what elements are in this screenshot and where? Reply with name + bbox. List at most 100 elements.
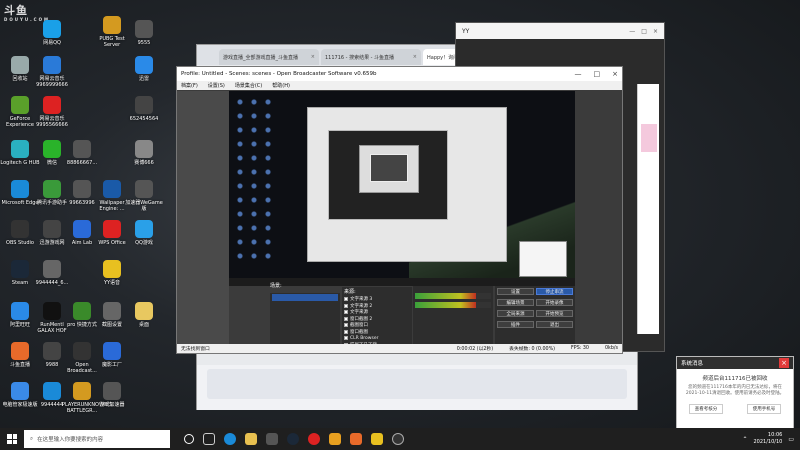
tray-expand-icon[interactable]: ⌃	[742, 436, 747, 443]
sources-list[interactable]: 来源: 文字来源 3 文字来源 2 文字来源 窗口截图 2 截图窗口 窗口截图 CLR Br…	[342, 287, 412, 348]
desktop-icon[interactable]: 加速器WeGame版	[124, 180, 164, 212]
desktop-icon[interactable]: 网易QQ	[32, 20, 72, 46]
close-icon[interactable]: ×	[779, 358, 789, 368]
app-icon	[11, 260, 29, 278]
desktop-icon[interactable]: 桌面	[124, 302, 164, 328]
source-visibility-checkbox[interactable]	[344, 303, 348, 308]
douyu-icon[interactable]	[350, 433, 362, 445]
close-icon[interactable]: ×	[612, 70, 618, 78]
preview-chat-popup	[519, 241, 567, 277]
bitrate-readout: 0kb/s	[605, 346, 618, 351]
scene-item[interactable]	[272, 294, 338, 301]
app-icon	[103, 180, 121, 198]
desktop-icon[interactable]: 迅雷	[124, 56, 164, 82]
edit-scene-button[interactable]: 编辑场景	[497, 299, 534, 306]
steam-icon[interactable]	[287, 433, 299, 445]
view-score-button[interactable]: 查看考核分	[688, 404, 724, 414]
desktop-icon[interactable]: 网易云音乐 9995566666	[32, 96, 72, 128]
desktop-icon[interactable]: 魔影工厂	[92, 342, 132, 368]
obs-icon[interactable]	[392, 433, 404, 445]
desktop-icon-label: 652454564	[129, 116, 159, 122]
app-icon	[43, 382, 61, 400]
maximize-icon[interactable]: □	[641, 28, 647, 35]
task-view-icon[interactable]	[184, 434, 194, 444]
close-icon[interactable]: ×	[653, 28, 658, 35]
desktop-icon[interactable]: 652454564	[124, 96, 164, 122]
plugins-button[interactable]: 插件	[497, 321, 534, 328]
use-phone-button[interactable]: 使用手机号	[746, 404, 782, 414]
yy-title: YY	[462, 27, 470, 35]
source-label: 截图窗口	[350, 323, 368, 329]
notification-center-icon[interactable]: ▭	[788, 436, 794, 443]
windows-start-icon[interactable]	[4, 431, 20, 447]
source-visibility-checkbox[interactable]	[344, 316, 348, 321]
edge-icon[interactable]	[224, 433, 236, 445]
desktop-icon-label: 魔影工厂	[101, 362, 122, 368]
tab-search-results[interactable]: 111716 - 搜索结果 - 斗鱼直播 ×	[321, 49, 421, 65]
menu-help[interactable]: 帮助(H)	[272, 82, 290, 89]
obs-left-panel	[177, 91, 229, 346]
menu-scene-collection[interactable]: 场景集合(C)	[235, 82, 262, 89]
app-icon	[135, 180, 153, 198]
maximize-icon[interactable]: □	[594, 70, 601, 78]
stream-time: 0:00:02 (以2秒)	[456, 347, 494, 352]
side-banner[interactable]	[640, 124, 657, 152]
app-icon	[135, 140, 153, 158]
source-label: CLR Browser	[350, 335, 379, 341]
obs-preview	[229, 91, 575, 286]
app-icon	[73, 382, 91, 400]
source-visibility-checkbox[interactable]	[344, 297, 348, 302]
clock[interactable]: 10:06 2021/10/10	[754, 432, 783, 446]
minimize-icon[interactable]: —	[575, 70, 582, 78]
desktop-icon[interactable]: QQ游戏	[124, 220, 164, 246]
app-icon	[103, 260, 121, 278]
tab-douyu-games[interactable]: 游戏直播_全部游戏直播_斗鱼直播 ×	[219, 49, 319, 65]
taskbar-search[interactable]: ⌕ 在这里输入你要搜索的内容	[24, 430, 170, 448]
app-icon	[43, 302, 61, 320]
search-placeholder: 在这里输入你要搜索的内容	[37, 437, 104, 443]
netease-music-icon[interactable]	[308, 433, 320, 445]
source-label: 窗口截图	[350, 329, 368, 335]
desktop-icon[interactable]: 9944444_6...	[32, 260, 72, 286]
menu-file[interactable]: 档案(F)	[181, 82, 198, 89]
desktop-icon[interactable]: 游戏加速器	[92, 382, 132, 408]
desktop-icon[interactable]: 9555	[124, 20, 164, 46]
global-sources-button[interactable]: 全局来源	[497, 310, 534, 317]
app-icon	[73, 140, 91, 158]
folder-icon[interactable]	[245, 433, 257, 445]
source-visibility-checkbox[interactable]	[344, 323, 348, 328]
app-icon	[43, 96, 61, 114]
desktop-icon[interactable]: YY语音	[92, 260, 132, 286]
source-label: 窗口截图 2	[350, 316, 373, 322]
store-icon[interactable]	[266, 433, 278, 445]
browser-icon[interactable]	[329, 433, 341, 445]
app-icon	[73, 302, 91, 320]
scenes-label: 场景:	[270, 283, 282, 289]
desktop-icon[interactable]: 网易云音乐 9969999666	[32, 56, 72, 88]
start-preview-button[interactable]: 开始预览	[536, 310, 573, 317]
status-message: 无法找到窗口	[181, 347, 210, 352]
source-visibility-checkbox[interactable]	[344, 310, 348, 315]
desktop-icon-label: 9555	[137, 40, 151, 46]
close-icon[interactable]: ×	[311, 54, 315, 60]
taskbar-app-icon[interactable]	[203, 433, 215, 445]
desktop-icon-label: YY语音	[103, 280, 121, 286]
desktop-icon[interactable]: 88866667...	[62, 140, 102, 166]
yy-icon[interactable]	[371, 433, 383, 445]
exit-button[interactable]: 退出	[536, 321, 573, 328]
start-recording-button[interactable]: 开始录像	[536, 299, 573, 306]
stop-stream-button[interactable]: 停止串流	[536, 288, 573, 295]
minimize-icon[interactable]: —	[629, 28, 635, 35]
source-visibility-checkbox[interactable]	[344, 336, 348, 341]
obs-title: Profile: Untitled - Scenes: scenes - Ope…	[181, 71, 377, 77]
source-visibility-checkbox[interactable]	[344, 329, 348, 334]
menu-settings[interactable]: 设置(S)	[208, 82, 225, 89]
close-icon[interactable]: ×	[413, 54, 417, 60]
app-icon	[43, 140, 61, 158]
app-icon	[11, 56, 29, 74]
desktop-icon[interactable]: 赛博666	[124, 140, 164, 166]
obs-controls: 设置 停止串流 编辑场景 开始录像 全局来源 开始预览 插件 退出	[495, 286, 575, 346]
app-icon	[43, 342, 61, 360]
nested-preview	[328, 130, 448, 220]
settings-button[interactable]: 设置	[497, 288, 534, 295]
